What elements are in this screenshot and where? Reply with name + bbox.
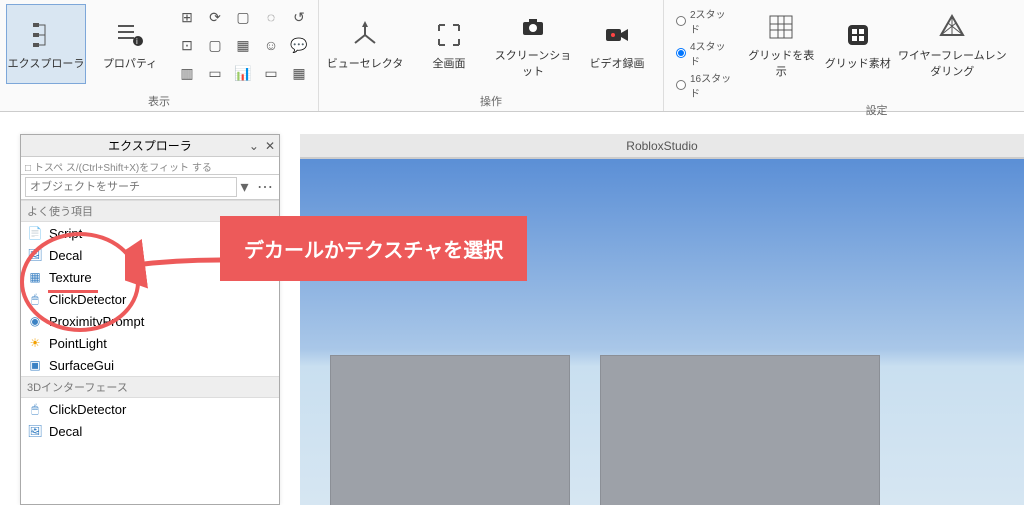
item-icon: 🖼: [27, 423, 43, 439]
video-icon: [599, 17, 635, 53]
studs-radio-group: 2スタッド 4スタッド 16スタッド: [670, 4, 741, 102]
mini-icon[interactable]: ▦: [230, 32, 256, 58]
explorer-button[interactable]: エクスプローラ: [6, 4, 86, 84]
mini-icon[interactable]: ▦: [286, 60, 312, 86]
fullscreen-button[interactable]: 全画面: [409, 4, 489, 84]
item-icon: 🖱: [27, 401, 43, 417]
section-3d: 3Dインターフェース: [21, 376, 279, 398]
mini-icon[interactable]: ▥: [174, 60, 200, 86]
display-mini-icons: ⊞ ⟳ ▢ ◌ ↺ ⊡ ▢ ▦ ☺ 💬 ▥ ▭ 📊 ▭ ▦: [174, 4, 312, 86]
explorer-panel: エクスプローラ ⌄ ✕ □ トスペ ス/(Ctrl+Shift+X)をフィット …: [20, 134, 280, 505]
list-item[interactable]: ◉ ProximityPrompt: [21, 310, 279, 332]
ribbon-toolbar: エクスプローラ i プロパティ ⊞ ⟳ ▢ ◌ ↺ ⊡ ▢ ▦ ☺ 💬 ▥ ▭: [0, 0, 1024, 112]
item-label: Decal: [49, 248, 82, 263]
search-input[interactable]: [25, 177, 237, 197]
svg-text:i: i: [136, 37, 138, 46]
mini-icon[interactable]: 📊: [230, 60, 256, 86]
list-item[interactable]: 🖱 ClickDetector: [21, 398, 279, 420]
annotation-callout: デカールかテクスチャを選択: [220, 216, 527, 281]
list-item[interactable]: 🖼 Decal: [21, 420, 279, 442]
3d-scene[interactable]: [300, 158, 1024, 505]
grid-icon: [763, 9, 799, 45]
mini-icon[interactable]: ▢: [202, 32, 228, 58]
item-icon: ▣: [27, 357, 43, 373]
mini-icon[interactable]: ◌: [258, 4, 284, 30]
studs-2-option[interactable]: 2スタッド: [676, 6, 735, 36]
viewport-area: RobloxStudio: [300, 112, 1024, 505]
mini-icon[interactable]: ▭: [258, 60, 284, 86]
grid-material-icon: [840, 17, 876, 53]
list-item[interactable]: 🖱 ClickDetector: [21, 288, 279, 310]
explorer-icon: [28, 17, 64, 53]
mini-icon[interactable]: ⊡: [174, 32, 200, 58]
grid-material-button[interactable]: グリッド素材: [821, 4, 893, 84]
item-icon: ◉: [27, 313, 43, 329]
scene-block: [330, 355, 570, 505]
annotation-arrow: [125, 230, 225, 290]
mini-icon[interactable]: ☺: [258, 32, 284, 58]
mini-icon[interactable]: ⊞: [174, 4, 200, 30]
item-label: PointLight: [49, 336, 107, 351]
item-icon: 🖱: [27, 291, 43, 307]
truncated-breadcrumb: □ トスペ ス/(Ctrl+Shift+X)をフィット する: [21, 157, 279, 175]
studs-4-option[interactable]: 4スタッド: [676, 38, 735, 68]
ribbon-group-settings: 2スタッド 4スタッド 16スタッド グリッドを表示 グリッド素材 ワイヤーフレ…: [664, 0, 1024, 111]
mini-icon[interactable]: 💬: [286, 32, 312, 58]
ribbon-group-operate: ビューセレクタ 全画面 スクリーンショット ビデオ録画 操作: [319, 0, 664, 111]
wireframe-icon: [934, 9, 970, 45]
search-row: ▾ ⋯: [21, 175, 279, 200]
item-label: Decal: [49, 424, 82, 439]
view-selector-button[interactable]: ビューセレクタ: [325, 4, 405, 84]
filter-icon[interactable]: ▾: [241, 179, 251, 196]
item-icon: ☀: [27, 335, 43, 351]
studs-16-option[interactable]: 16スタッド: [676, 70, 735, 100]
ribbon-group-display: エクスプローラ i プロパティ ⊞ ⟳ ▢ ◌ ↺ ⊡ ▢ ▦ ☺ 💬 ▥ ▭: [0, 0, 319, 111]
item-icon: 📄: [27, 225, 43, 241]
screenshot-button[interactable]: スクリーンショット: [493, 4, 573, 84]
properties-button[interactable]: i プロパティ: [90, 4, 170, 84]
more-icon[interactable]: ⋯: [257, 179, 275, 196]
item-label: Script: [49, 226, 82, 241]
video-record-button[interactable]: ビデオ録画: [577, 4, 657, 84]
list-item[interactable]: ▣ SurfaceGui: [21, 354, 279, 376]
item-label: ClickDetector: [49, 292, 126, 307]
item-label: ProximityPrompt: [49, 314, 144, 329]
wireframe-button[interactable]: ワイヤーフレームレンダリング: [898, 4, 1007, 84]
search-row-icons: ▾ ⋯: [241, 177, 275, 197]
workspace: エクスプローラ ⌄ ✕ □ トスペ ス/(Ctrl+Shift+X)をフィット …: [0, 112, 1024, 505]
mini-icon[interactable]: ↺: [286, 4, 312, 30]
ui-display-button[interactable]: UIの表: [1011, 4, 1024, 84]
item-label: ClickDetector: [49, 402, 126, 417]
scene-block: [600, 355, 880, 505]
panel-titlebar[interactable]: エクスプローラ ⌄ ✕: [21, 135, 279, 157]
fullscreen-icon: [431, 17, 467, 53]
camera-icon: [515, 9, 551, 45]
item-icon: 🖼: [27, 247, 43, 263]
close-icon[interactable]: ✕: [265, 139, 275, 153]
mini-icon[interactable]: ⟳: [202, 4, 228, 30]
item-label: Texture: [49, 270, 92, 285]
mini-icon[interactable]: ▢: [230, 4, 256, 30]
list-item[interactable]: ☀ PointLight: [21, 332, 279, 354]
properties-icon: i: [112, 17, 148, 53]
chevron-down-icon[interactable]: ⌄: [249, 139, 259, 153]
item-icon: ▦: [27, 269, 43, 285]
mini-icon[interactable]: ▭: [202, 60, 228, 86]
viewport-title: RobloxStudio: [300, 134, 1024, 158]
show-grid-button[interactable]: グリッドを表示: [745, 4, 817, 84]
item-label: SurfaceGui: [49, 358, 114, 373]
axis-icon: [347, 17, 383, 53]
